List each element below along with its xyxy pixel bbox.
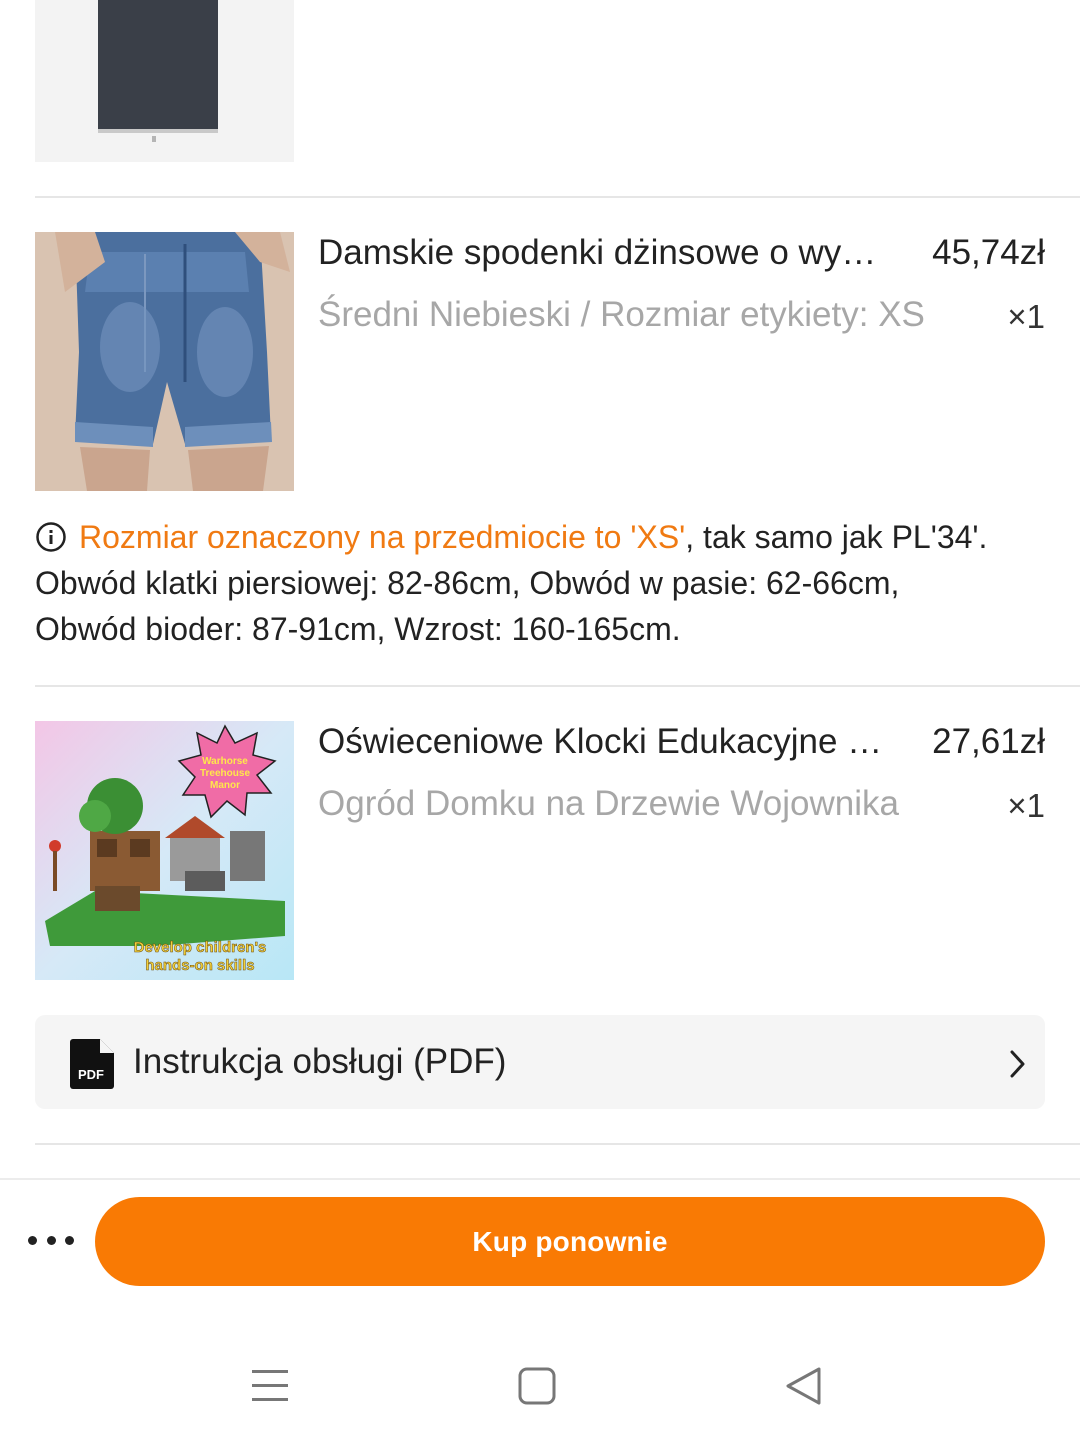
product-price: 27,61zł <box>932 722 1045 761</box>
caption-line-1: Develop children's <box>134 939 267 956</box>
divider <box>35 1143 1080 1145</box>
size-note-measurements-2: Obwód bioder: 87-91cm, Wzrost: 160-165cm… <box>35 611 681 647</box>
product-image-building-blocks[interactable]: Warhorse Treehouse Manor Develop childre… <box>35 721 294 980</box>
bottom-action-bar: Kup ponownie <box>0 1178 1080 1306</box>
product-image-frame <box>98 0 218 133</box>
pdf-file-icon: PDF <box>70 1039 114 1089</box>
product-variant: Ogród Domku na Drzewie Wojownika <box>318 784 899 823</box>
product-title[interactable]: Oświeceniowe Klocki Edukacyjne … <box>318 717 903 767</box>
badge-line-3: Manor <box>210 780 240 791</box>
size-note-equivalent: , tak samo jak PL'34'. <box>685 519 988 555</box>
product-price: 45,74zł <box>932 233 1045 272</box>
pdf-icon-label: PDF <box>78 1067 104 1082</box>
order-item-jeans-shorts[interactable]: Damskie spodenki dżinsowe o wy… 45,74zł … <box>35 232 1045 492</box>
info-circle-icon <box>36 522 66 552</box>
divider <box>35 685 1080 687</box>
caption-line-2: hands-on skills <box>145 957 254 974</box>
building-blocks-image: Warhorse Treehouse Manor Develop childre… <box>35 721 294 980</box>
instruction-manual-label: Instrukcja obsługi (PDF) <box>133 1042 507 1081</box>
more-horizontal-icon[interactable] <box>28 1232 74 1248</box>
buy-again-button[interactable]: Kup ponownie <box>95 1197 1045 1286</box>
menu-icon[interactable] <box>250 1366 290 1406</box>
jeans-shorts-image <box>35 232 294 491</box>
order-item-building-blocks[interactable]: Warhorse Treehouse Manor Develop childre… <box>35 721 1045 981</box>
product-quantity: ×1 <box>1007 787 1045 824</box>
dot <box>65 1235 74 1245</box>
instruction-manual-pdf-link[interactable]: PDF Instrukcja obsługi (PDF) <box>35 1015 1045 1109</box>
previous-product-image[interactable] <box>35 0 294 162</box>
dot <box>28 1235 37 1245</box>
badge-line-1: Warhorse <box>202 756 248 767</box>
size-note-highlight: Rozmiar oznaczony na przedmiocie to 'XS' <box>79 519 686 555</box>
dot <box>46 1235 56 1245</box>
order-details-page: Damskie spodenki dżinsowe o wy… 45,74zł … <box>0 0 1080 1451</box>
product-image-jeans-shorts[interactable] <box>35 232 294 491</box>
size-note-measurements-1: Obwód klatki piersiowej: 82-86cm, Obwód … <box>35 565 900 601</box>
system-navigation-bar <box>0 1330 1080 1451</box>
product-image-stand <box>152 136 156 142</box>
home-square-icon[interactable] <box>518 1366 558 1406</box>
divider <box>35 196 1080 198</box>
product-variant: Średni Niebieski / Rozmiar etykiety: XS <box>318 295 925 334</box>
product-title[interactable]: Damskie spodenki dżinsowe o wy… <box>318 228 903 278</box>
back-triangle-icon[interactable] <box>784 1366 824 1406</box>
size-info-note: Rozmiar oznaczony na przedmiocie to 'XS'… <box>35 514 1055 652</box>
chevron-right-icon <box>1010 1050 1025 1078</box>
badge-line-2: Treehouse <box>200 768 250 779</box>
product-quantity: ×1 <box>1007 298 1045 335</box>
